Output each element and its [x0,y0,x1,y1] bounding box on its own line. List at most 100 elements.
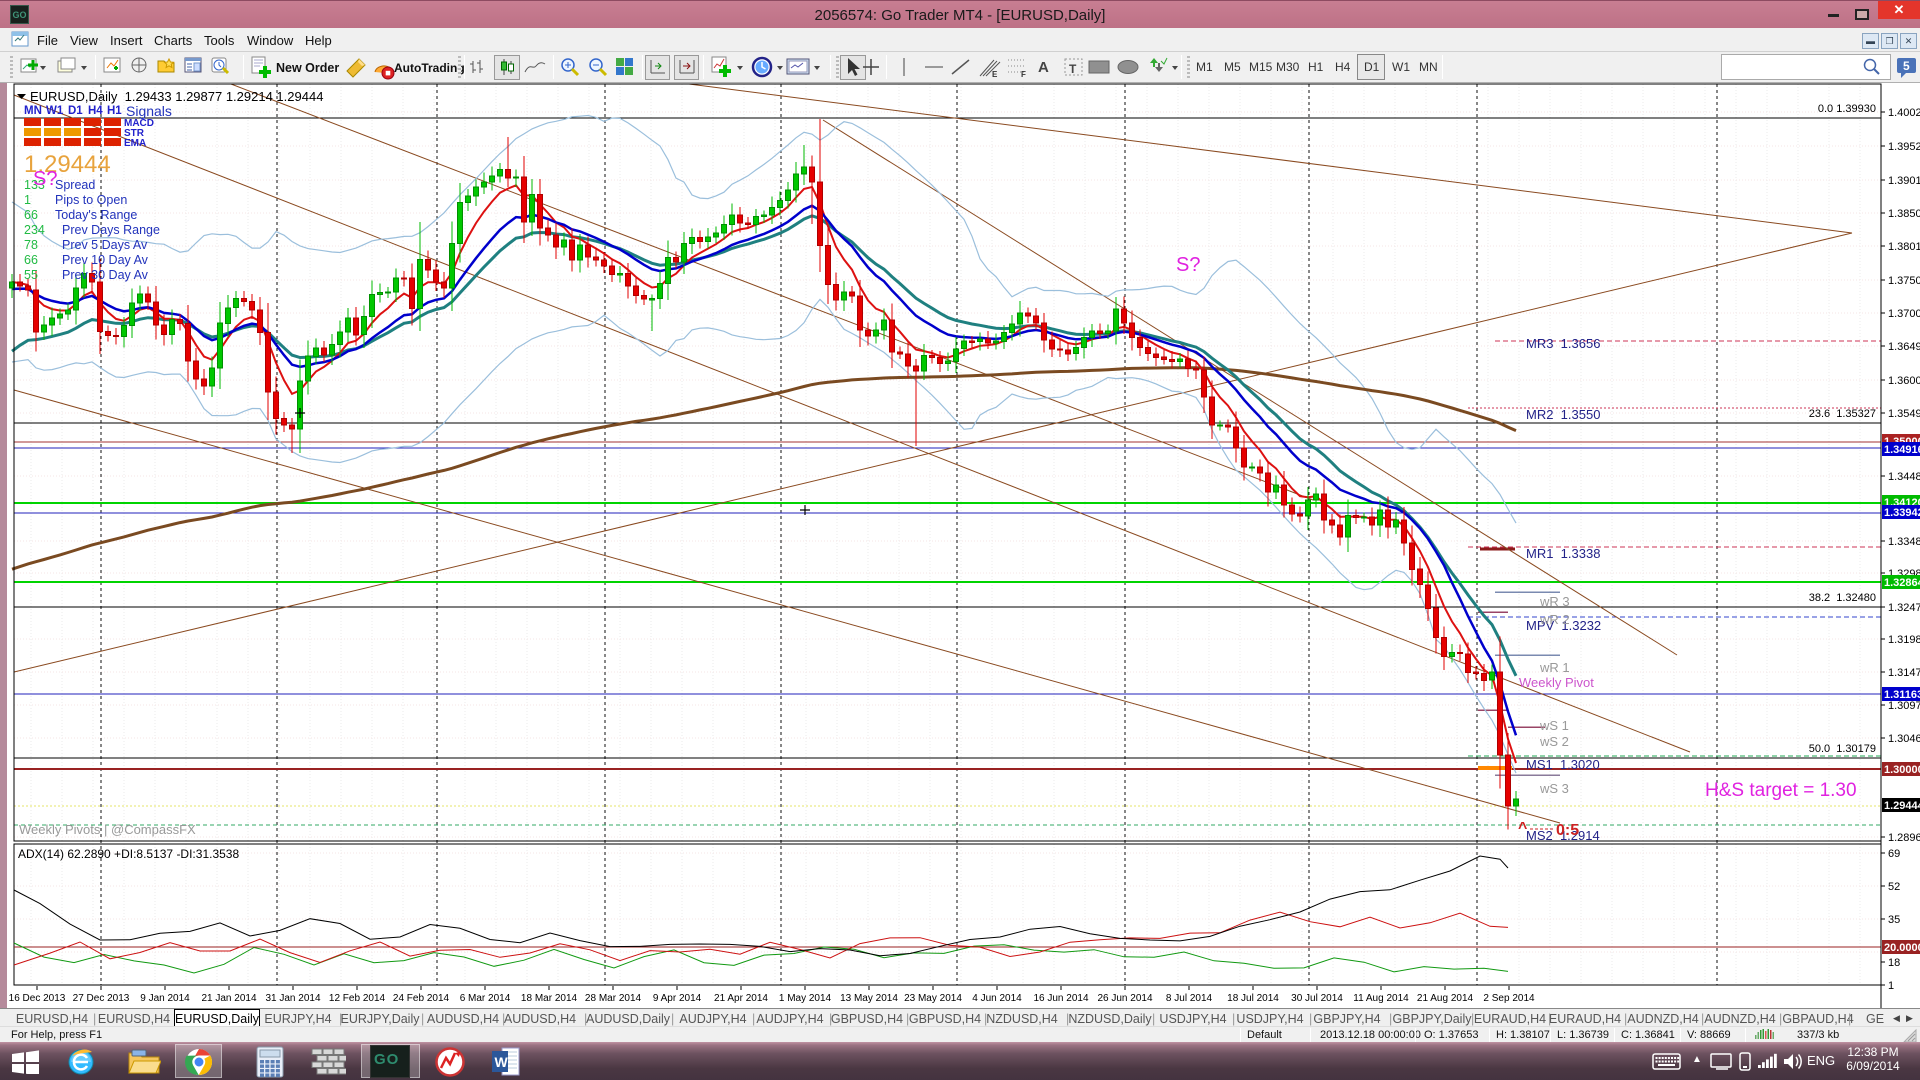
svg-text:12 Feb 2014: 12 Feb 2014 [329,993,386,1004]
svg-text:50.0 1.30179: 50.0 1.30179 [1809,743,1876,755]
svg-text:1.37005: 1.37005 [1888,308,1920,320]
svg-text:EMA: EMA [124,138,146,149]
svg-text:66: 66 [24,253,38,267]
svg-text:Signals: Signals [126,103,172,119]
svg-text:1.32475: 1.32475 [1888,602,1920,614]
svg-text:MR2 1.3550: MR2 1.3550 [1526,407,1600,422]
svg-text:Pips to Open: Pips to Open [55,193,127,207]
svg-text:9 Apr 2014: 9 Apr 2014 [653,993,702,1004]
svg-text:18 Mar 2014: 18 Mar 2014 [521,993,578,1004]
svg-text:1.39015: 1.39015 [1888,175,1920,187]
svg-text:wS 1: wS 1 [1539,718,1569,733]
svg-text:F: F [1021,70,1026,78]
svg-text:MR1 1.3338: MR1 1.3338 [1526,546,1600,561]
svg-text:30 Jul 2014: 30 Jul 2014 [1291,993,1343,1004]
svg-text:1.35490: 1.35490 [1888,408,1920,420]
svg-text:1.38505: 1.38505 [1888,208,1920,220]
svg-text:21 Aug 2014: 21 Aug 2014 [1417,993,1474,1004]
svg-text:1.33480: 1.33480 [1888,536,1920,548]
svg-text:1.31980: 1.31980 [1888,634,1920,646]
svg-text:8 Jul 2014: 8 Jul 2014 [1166,993,1213,1004]
svg-text:11 Aug 2014: 11 Aug 2014 [1353,993,1409,1004]
svg-text:52: 52 [1888,881,1900,893]
svg-text:^: ^ [1518,820,1527,837]
svg-text:ADX(14) 62.2890 +DI:8.5137 -DI: ADX(14) 62.2890 +DI:8.5137 -DI:31.3538 [18,847,239,861]
svg-text:1: 1 [24,193,31,207]
svg-text:Prev Days Range: Prev Days Range [62,223,160,237]
svg-text:55: 55 [24,268,38,282]
svg-text:38.2 1.32480: 38.2 1.32480 [1809,592,1876,604]
svg-text:1.30465: 1.30465 [1888,733,1920,745]
svg-text:H&S target = 1.30: H&S target = 1.30 [1705,780,1857,801]
svg-text:MS1 1.3020: MS1 1.3020 [1526,757,1600,772]
svg-text:1.38010: 1.38010 [1888,241,1920,253]
svg-text:1.37500: 1.37500 [1888,275,1920,287]
svg-text:1.34916: 1.34916 [1884,444,1920,456]
svg-text:1.40020: 1.40020 [1888,107,1920,119]
svg-text:18: 18 [1888,957,1900,969]
svg-text:1.28965: 1.28965 [1888,832,1920,844]
svg-text:1.36000: 1.36000 [1888,375,1920,387]
svg-text:5: 5 [1903,59,1910,73]
svg-text:wR 2: wR 2 [1539,612,1570,627]
svg-text:1 May 2014: 1 May 2014 [779,993,832,1004]
svg-text:wS 2: wS 2 [1539,734,1569,749]
svg-text:1.34485: 1.34485 [1888,471,1920,483]
svg-text:28 Mar 2014: 28 Mar 2014 [585,993,642,1004]
svg-text:1.30000: 1.30000 [1884,764,1920,776]
svg-text:23.6 1.35327: 23.6 1.35327 [1809,408,1876,420]
svg-text:D1: D1 [68,105,83,117]
svg-text:Prev 30 Day Av: Prev 30 Day Av [62,268,149,282]
svg-text:1: 1 [1888,980,1894,992]
svg-text:20.0000: 20.0000 [1884,942,1920,954]
svg-text:Weekly Pivots | @CompassFX: Weekly Pivots | @CompassFX [19,822,196,837]
svg-text:EURUSD,Daily 1.29433 1.29877: EURUSD,Daily 1.29433 1.29877 1.29214 1.2… [30,89,323,104]
svg-text:W: W [495,1054,509,1070]
svg-text:2 Sep 2014: 2 Sep 2014 [1483,993,1535,1004]
svg-text:Weekly Pivot: Weekly Pivot [1519,675,1594,690]
svg-text:23 May 2014: 23 May 2014 [904,993,962,1004]
svg-text:13 May 2014: 13 May 2014 [840,993,898,1004]
svg-text:Prev 5 Days Av: Prev 5 Days Av [62,238,148,252]
svg-text:6 Mar 2014: 6 Mar 2014 [460,993,511,1004]
svg-text:wR 3: wR 3 [1539,594,1570,609]
svg-text:wR 1: wR 1 [1539,660,1570,675]
svg-text:1.39525: 1.39525 [1888,141,1920,153]
svg-text:wS 3: wS 3 [1539,781,1569,796]
svg-text:78: 78 [24,238,38,252]
svg-text:1.30975: 1.30975 [1888,700,1920,712]
svg-text:27 Dec 2013: 27 Dec 2013 [73,993,130,1004]
svg-text:31 Jan 2014: 31 Jan 2014 [265,993,320,1004]
svg-text:Prev 10 Day Av: Prev 10 Day Av [62,253,149,267]
svg-text:69: 69 [1888,848,1900,860]
svg-text:16 Jun 2014: 16 Jun 2014 [1033,993,1088,1004]
svg-text:9 Jan 2014: 9 Jan 2014 [140,993,190,1004]
svg-text:H4: H4 [88,105,103,117]
svg-text:1.36495: 1.36495 [1888,341,1920,353]
svg-text:0:5: 0:5 [1556,822,1579,839]
svg-text:MR3 1.3656: MR3 1.3656 [1526,336,1600,351]
svg-text:1.29444: 1.29444 [1884,800,1920,812]
svg-text:T: T [1069,62,1077,76]
svg-text:26 Jun 2014: 26 Jun 2014 [1097,993,1152,1004]
svg-text:W1: W1 [46,105,64,117]
svg-text:18 Jul 2014: 18 Jul 2014 [1227,993,1279,1004]
svg-text:Spread: Spread [55,178,95,192]
svg-text:MN: MN [24,105,42,117]
svg-text:234: 234 [24,223,45,237]
svg-text:4 Jun 2014: 4 Jun 2014 [972,993,1022,1004]
svg-text:35: 35 [1888,914,1900,926]
svg-text:1.33942: 1.33942 [1884,507,1920,519]
svg-text:1.32864: 1.32864 [1884,577,1920,589]
svg-text:H1: H1 [107,105,122,117]
svg-text:66: 66 [24,208,38,222]
svg-text:21 Jan 2014: 21 Jan 2014 [201,993,256,1004]
svg-text:Today's Range: Today's Range [55,208,137,222]
svg-text:S?: S? [33,168,57,190]
svg-text:16 Dec 2013: 16 Dec 2013 [9,993,66,1004]
svg-text:1.31163: 1.31163 [1884,689,1920,701]
svg-text:0.0 1.39930: 0.0 1.39930 [1818,103,1876,115]
svg-text:21 Apr 2014: 21 Apr 2014 [714,993,768,1004]
svg-text:24 Feb 2014: 24 Feb 2014 [393,993,450,1004]
svg-text:E: E [992,70,998,78]
